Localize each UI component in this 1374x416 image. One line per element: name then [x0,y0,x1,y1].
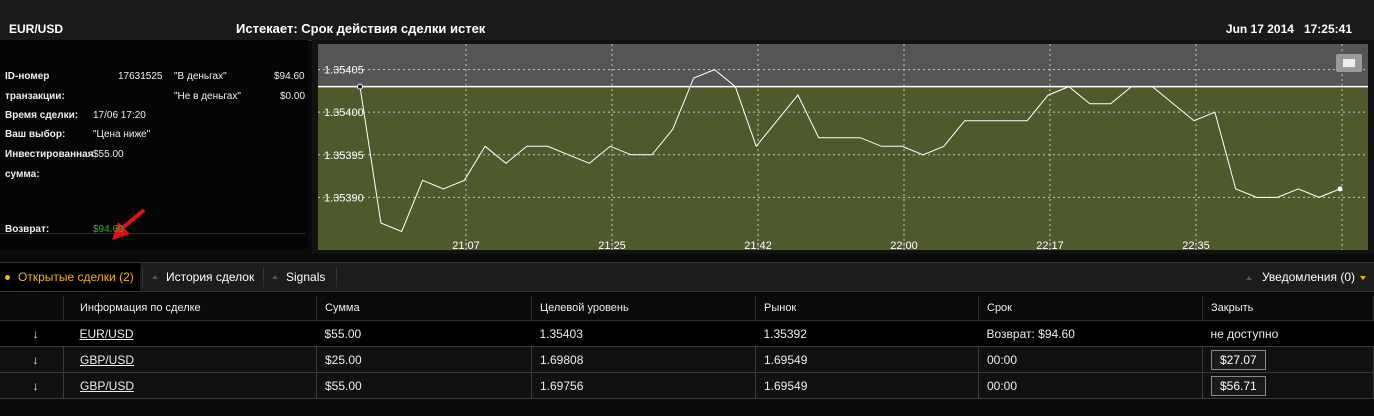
tab-separator [336,267,337,287]
x-tick-label: 21:25 [598,240,626,250]
current-point [1337,186,1343,192]
col-market: Рынок [755,296,979,321]
pair-link[interactable]: GBP/USD [80,379,134,393]
market-cell: 1.69549 [755,346,979,373]
y-tick-label: 1.35405 [324,65,364,77]
x-tick-label: 22:35 [1182,240,1210,250]
date-text: Jun 17 2014 [1225,22,1294,36]
market-cell: 1.69549 [755,372,979,399]
col-info: Информация по сделке [63,296,317,321]
col-close: Закрыть [1202,296,1374,321]
asset-pair: EUR/USD [9,22,64,36]
target-cell: 1.35403 [531,320,756,347]
amount-cell: $25.00 [316,346,532,373]
chart-expand-button[interactable] [1336,54,1362,72]
close-status: не доступно [1202,320,1374,347]
id-label-2: транзакции: [5,91,65,102]
triangle-icon [272,274,278,279]
tab-signals-label: Signals [286,270,326,284]
term-cell: 00:00 [978,346,1203,373]
id-label: ID-номер [5,71,50,82]
out-money-label: "Не в деньгах" [174,91,241,102]
dot-icon [5,274,10,280]
return-value: $94.60 [93,224,124,235]
col-direction [0,296,64,321]
open-trades-table: Информация по сделке Сумма Целевой урове… [0,296,1374,399]
caret-down-icon [1360,275,1366,280]
amount-cell: $55.00 [316,320,532,347]
in-money-value: $94.60 [274,71,305,82]
target-cell: 1.69808 [531,346,756,373]
x-tick-label: 21:42 [744,240,772,250]
screen-icon [1343,59,1355,67]
invest-value: $55.00 [93,149,124,160]
notifications-label: Уведомления (0) [1261,270,1355,284]
above-target-zone [318,44,1368,87]
invest-label: Инвестированная [5,149,94,160]
time-text: 17:25:41 [1303,22,1352,36]
top-bar: EUR/USD Истекает: Срок действия сделки и… [0,0,1374,41]
tab-history[interactable]: История сделок [146,263,254,291]
in-money-label: "В деньгах" [174,71,227,82]
server-datetime: Jun 17 2014 17:25:41 [1226,22,1352,36]
col-target: Целевой уровень [531,296,756,321]
out-money-value: $0.00 [280,91,306,102]
time-value: 17/06 17:20 [93,110,146,121]
tab-history-label: История сделок [166,270,255,284]
x-tick-label: 22:00 [890,240,918,250]
y-tick-label: 1.35400 [324,107,364,119]
tab-signals[interactable]: Signals [266,263,325,291]
table-row: ↓ EUR/USD $55.00 1.35403 1.35392 Возврат… [0,320,1374,347]
tab-open-trades[interactable]: Открытые сделки (2) [0,263,140,291]
y-tick-label: 1.35390 [324,192,364,204]
notifications-menu[interactable]: Уведомления (0) [1245,263,1366,291]
triangle-icon [152,274,158,279]
return-label: Возврат: [5,224,50,235]
trade-info-panel: ID-номер транзакции: 17631525 "В деньгах… [0,40,308,250]
expiry-status: Истекает: Срок действия сделки истек [236,21,486,36]
term-cell: 00:00 [978,372,1203,399]
arrow-down-icon: ↓ [0,346,64,373]
y-tick-label: 1.35395 [324,150,364,162]
time-label: Время сделки: [5,110,79,121]
col-amount: Сумма [316,296,532,321]
x-tick-label: 21:07 [452,240,480,250]
triangle-icon [1245,275,1252,280]
col-term: Срок [978,296,1203,321]
tab-separator [263,267,264,287]
x-tick-label: 22:17 [1036,240,1064,250]
chart-panel: 1.35405 1.35400 1.35395 1.35390 21:07 21:25 21… [312,40,1374,254]
pair-link[interactable]: EUR/USD [80,327,134,341]
invest-label-2: сумма: [5,169,40,180]
id-value: 17631525 [118,71,163,82]
market-cell: 1.35392 [755,320,979,347]
table-row: ↓ GBP/USD $25.00 1.69808 1.69549 00:00 $… [0,346,1374,373]
term-cell: Возврат: $94.60 [978,320,1203,347]
pair-link[interactable]: GBP/USD [80,353,134,367]
price-chart[interactable]: 1.35405 1.35400 1.35395 1.35390 21:07 21:25 21… [318,44,1368,250]
entry-point [357,83,363,90]
arrow-down-icon: ↓ [0,372,64,399]
trades-tabs-bar: Открытые сделки (2) История сделок Signa… [0,262,1374,292]
close-trade-button[interactable]: $56.71 [1211,375,1266,396]
amount-cell: $55.00 [316,372,532,399]
choice-label: Ваш выбор: [5,129,66,140]
tab-separator [142,267,143,287]
table-row: ↓ GBP/USD $55.00 1.69756 1.69549 00:00 $… [0,372,1374,399]
tab-open-label: Открытые сделки (2) [18,270,134,284]
target-cell: 1.69756 [531,372,756,399]
arrow-down-icon: ↓ [0,320,64,347]
close-trade-button[interactable]: $27.07 [1211,349,1266,370]
choice-value: "Цена ниже" [93,129,151,140]
